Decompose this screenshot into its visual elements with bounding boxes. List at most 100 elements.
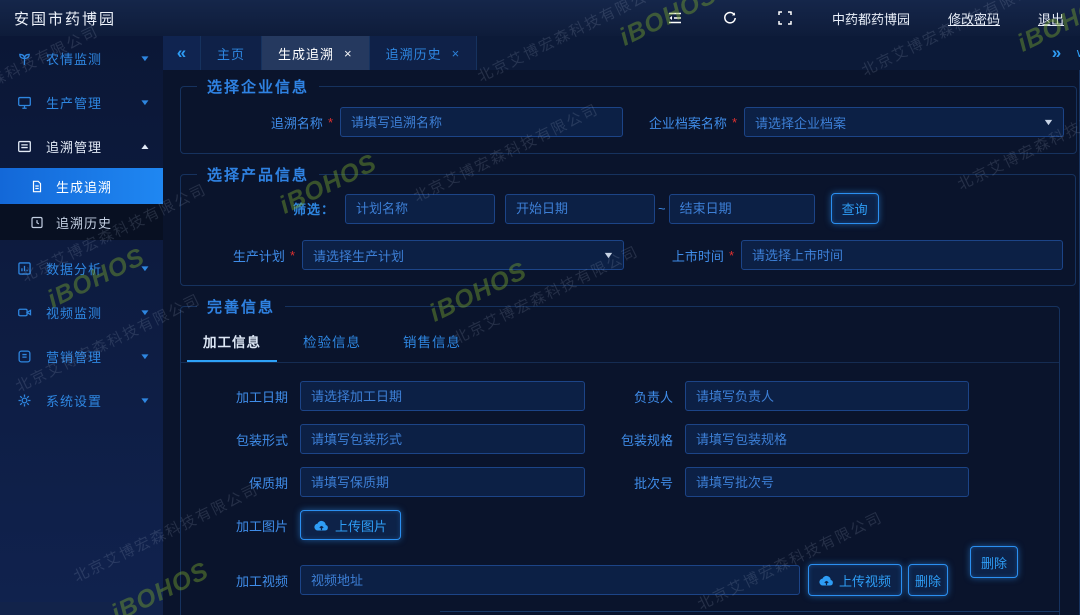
tabs-divider bbox=[181, 362, 1059, 363]
sidebar-item-label: 生产管理 bbox=[46, 93, 102, 112]
marketing-icon bbox=[16, 348, 32, 364]
enterprise-archive-select[interactable]: 请选择企业档案 ▼ bbox=[744, 107, 1064, 137]
packaging-form-input[interactable] bbox=[300, 424, 585, 454]
app-title: 安国市药博园 bbox=[14, 8, 116, 29]
sidebar-item-label: 农情监测 bbox=[46, 49, 102, 68]
processing-form: 加工日期 负责人 包装形式 包装规格 保质期 批次号 bbox=[193, 381, 1047, 596]
logout-link[interactable]: 退出 bbox=[1038, 9, 1064, 28]
production-plan-select[interactable]: 请选择生产计划 ▼ bbox=[302, 240, 624, 270]
sidebar-item-label: 数据分析 bbox=[46, 259, 102, 278]
chevron-down-icon: ▼ bbox=[139, 396, 151, 405]
chevron-down-icon: ▼ bbox=[139, 98, 151, 107]
sidebar-item-data-analysis[interactable]: 数据分析 ▼ bbox=[0, 246, 163, 290]
chevron-down-icon: ▼ bbox=[139, 352, 151, 361]
sidebar-item-agriculture-monitor[interactable]: 农情监测 ▼ bbox=[0, 36, 163, 80]
form-row: 保质期 批次号 bbox=[193, 467, 1047, 497]
chevron-down-icon: ▼ bbox=[139, 264, 151, 273]
fullscreen-icon[interactable] bbox=[777, 10, 794, 27]
sidebar-subitem-label: 追溯历史 bbox=[56, 213, 112, 232]
sidebar-item-trace-manage[interactable]: 追溯管理 ▲ bbox=[0, 124, 163, 168]
collapse-menu-icon[interactable] bbox=[667, 10, 684, 27]
required-marker: * bbox=[290, 248, 295, 263]
document-icon bbox=[30, 179, 44, 193]
tab-sales-info[interactable]: 销售信息 bbox=[403, 331, 461, 362]
video-url-input[interactable] bbox=[300, 565, 800, 595]
responsible-person-input[interactable] bbox=[685, 381, 969, 411]
production-plan-label: 生产计划 * bbox=[193, 246, 295, 265]
required-marker: * bbox=[328, 115, 333, 130]
trace-name-input[interactable] bbox=[340, 107, 623, 137]
batch-number-input[interactable] bbox=[685, 467, 969, 497]
required-marker: * bbox=[732, 115, 737, 130]
packaging-spec-input[interactable] bbox=[685, 424, 969, 454]
select-value: 请选择企业档案 bbox=[755, 113, 1044, 132]
tab-label: 追溯历史 bbox=[386, 44, 442, 63]
gear-icon bbox=[16, 392, 32, 408]
sidebar-subitem-trace-history[interactable]: 追溯历史 bbox=[0, 204, 163, 240]
tab-home[interactable]: 主页 bbox=[201, 36, 262, 70]
topbar-actions: 中药都药博园 修改密码 退出 bbox=[667, 9, 1064, 28]
chevron-down-icon: ▼ bbox=[139, 54, 151, 63]
plan-name-input[interactable] bbox=[345, 194, 495, 224]
tabs-scroll-right-icon[interactable]: » bbox=[1052, 43, 1061, 63]
tabbar: « 主页 生成追溯 × 追溯历史 × » ∨ bbox=[163, 36, 1080, 70]
upload-video-button[interactable]: 上传视频 bbox=[808, 564, 902, 596]
section-product-info: 选择产品信息 筛选： ~ 查询 生产计划 * 请选择生产计划 ▼ bbox=[180, 164, 1076, 286]
sidebar-footer bbox=[0, 602, 163, 615]
tab-processing-info[interactable]: 加工信息 bbox=[203, 331, 261, 362]
sidebar-item-marketing-manage[interactable]: 营销管理 ▼ bbox=[0, 334, 163, 378]
tabs-more-icon[interactable]: ∨ bbox=[1075, 46, 1080, 60]
launch-time-input[interactable] bbox=[741, 240, 1063, 270]
delete-image-button[interactable]: 删除 bbox=[970, 546, 1018, 578]
trace-icon bbox=[16, 138, 32, 154]
processing-date-input[interactable] bbox=[300, 381, 585, 411]
search-button[interactable]: 查询 bbox=[831, 193, 879, 224]
tab-generate-trace[interactable]: 生成追溯 × bbox=[262, 36, 370, 70]
trace-name-label: 追溯名称 * bbox=[193, 113, 333, 132]
shelf-life-input[interactable] bbox=[300, 467, 585, 497]
section-title: 选择企业信息 bbox=[197, 76, 319, 97]
sidebar-item-system-settings[interactable]: 系统设置 ▼ bbox=[0, 378, 163, 422]
tab-trace-history[interactable]: 追溯历史 × bbox=[370, 36, 478, 70]
form-row: 加工日期 负责人 bbox=[193, 381, 1047, 411]
sidebar-submenu-trace: 生成追溯 追溯历史 bbox=[0, 168, 163, 240]
camera-icon bbox=[16, 304, 32, 320]
chevron-down-icon: ▼ bbox=[139, 308, 151, 317]
sidebar-subitem-label: 生成追溯 bbox=[56, 177, 112, 196]
upload-image-button[interactable]: 上传图片 bbox=[300, 510, 401, 540]
chevron-down-icon: ▼ bbox=[1042, 117, 1054, 127]
launch-time-label: 上市时间 * bbox=[638, 246, 734, 265]
sidebar-subitem-generate-trace[interactable]: 生成追溯 bbox=[0, 168, 163, 204]
close-icon[interactable]: × bbox=[344, 46, 353, 61]
product-plan-row: 生产计划 * 请选择生产计划 ▼ 上市时间 * bbox=[193, 240, 1063, 270]
section-title: 选择产品信息 bbox=[197, 164, 319, 185]
tab-label: 主页 bbox=[217, 44, 245, 63]
end-date-input[interactable] bbox=[669, 194, 815, 224]
sidebar-item-label: 系统设置 bbox=[46, 391, 102, 410]
video-upload-row: 加工视频 上传视频 删除 bbox=[193, 564, 1047, 596]
main-content: 选择企业信息 追溯名称 * 企业档案名称 * 请选择企业档案 ▼ 选择产品信息 bbox=[163, 70, 1080, 615]
sidebar-item-label: 追溯管理 bbox=[46, 137, 102, 156]
tabs-scroll-left-icon[interactable]: « bbox=[163, 36, 201, 70]
filter-label: 筛选： bbox=[293, 199, 335, 218]
sidebar-item-video-monitor[interactable]: 视频监测 ▼ bbox=[0, 290, 163, 334]
site-name[interactable]: 中药都药博园 bbox=[832, 9, 910, 28]
tab-inspection-info[interactable]: 检验信息 bbox=[303, 331, 361, 362]
section-enterprise-info: 选择企业信息 追溯名称 * 企业档案名称 * 请选择企业档案 ▼ bbox=[180, 76, 1077, 154]
delete-video-button[interactable]: 删除 bbox=[908, 564, 948, 596]
refresh-icon[interactable] bbox=[722, 10, 739, 27]
packaging-spec-label: 包装规格 bbox=[585, 430, 673, 449]
start-date-input[interactable] bbox=[505, 194, 655, 224]
processing-image-label: 加工图片 bbox=[193, 516, 288, 535]
enterprise-row: 追溯名称 * 企业档案名称 * 请选择企业档案 ▼ bbox=[193, 107, 1064, 137]
processing-video-label: 加工视频 bbox=[193, 571, 288, 590]
responsible-person-label: 负责人 bbox=[585, 387, 673, 406]
sidebar-item-production-manage[interactable]: 生产管理 ▼ bbox=[0, 80, 163, 124]
processing-date-label: 加工日期 bbox=[193, 387, 288, 406]
image-upload-row: 加工图片 上传图片 bbox=[193, 510, 1047, 540]
section-title: 完善信息 bbox=[197, 296, 285, 317]
shelf-life-label: 保质期 bbox=[193, 473, 288, 492]
monitor-icon bbox=[16, 94, 32, 110]
close-icon[interactable]: × bbox=[452, 46, 461, 61]
change-password-link[interactable]: 修改密码 bbox=[948, 9, 1000, 28]
